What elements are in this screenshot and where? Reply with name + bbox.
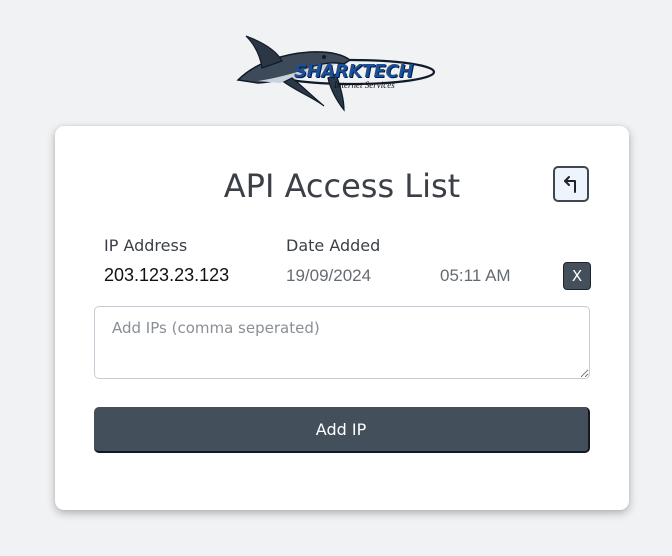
return-arrow-icon: [564, 176, 576, 193]
sharktech-logo: SHARKTECH Internet Services: [232, 34, 438, 114]
time-added-value: 05:11 AM: [440, 266, 511, 285]
page: SHARKTECH Internet Services API Access L…: [0, 0, 672, 556]
ip-address-value: 203.123.23.123: [104, 265, 230, 285]
column-header-ip-address: IP Address: [104, 236, 188, 255]
remove-ip-button[interactable]: X: [563, 262, 591, 290]
page-title: API Access List: [223, 167, 461, 205]
back-button[interactable]: [553, 166, 589, 202]
logo-wordmark: SHARKTECH: [294, 61, 414, 82]
add-ips-textarea[interactable]: [94, 306, 590, 379]
api-access-card: API Access List IP Address Date Added 20…: [55, 126, 629, 510]
logo-tagline: Internet Services: [334, 80, 395, 90]
column-header-date-added: Date Added: [286, 236, 381, 255]
date-added-value: 19/09/2024: [286, 266, 372, 285]
add-ip-button[interactable]: Add IP: [94, 407, 590, 453]
